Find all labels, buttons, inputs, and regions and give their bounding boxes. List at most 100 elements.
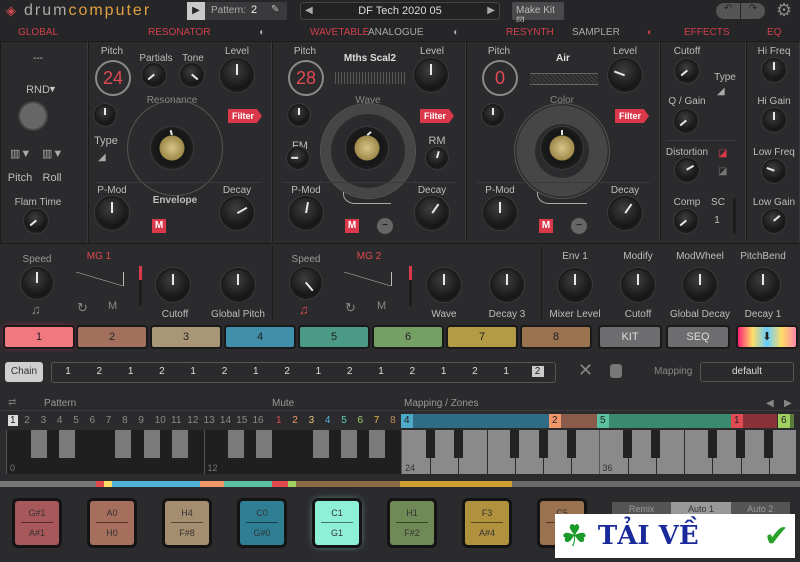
drum-pad-3[interactable]: H4 F#8 — [165, 501, 209, 545]
cutoff-knob[interactable] — [677, 61, 697, 81]
channel-button-seq[interactable]: SEQ — [668, 327, 728, 347]
scroll-left-icon[interactable]: ◀ — [766, 398, 774, 409]
black-key[interactable] — [453, 430, 463, 458]
retrigger-icon[interactable]: ↻ — [345, 300, 356, 316]
speaker-icon[interactable]: ◖ — [646, 27, 652, 38]
decay3-knob[interactable] — [492, 270, 522, 300]
black-key[interactable] — [623, 430, 633, 458]
note-sync-icon[interactable]: ♫ — [299, 302, 309, 317]
color-knob[interactable] — [543, 129, 581, 167]
black-key[interactable] — [312, 430, 329, 458]
drum-pad-1[interactable]: G#1 A#1 — [15, 501, 59, 545]
octave[interactable]: 12 — [203, 430, 401, 474]
rs-pitch-fine-knob[interactable] — [484, 106, 502, 124]
chain-step[interactable]: 2 — [344, 366, 356, 377]
tab-wavetable[interactable]: WAVETABLE — [310, 27, 369, 38]
black-key[interactable] — [510, 430, 520, 458]
chain-button[interactable]: Chain — [5, 362, 43, 382]
rnd-dial[interactable] — [20, 103, 46, 129]
chain-step[interactable]: 2 — [406, 366, 418, 377]
mute-toggle-4[interactable]: 4 — [325, 415, 331, 426]
drum-pad-2[interactable]: A0 H0 — [90, 501, 134, 545]
mapping-select[interactable]: default — [700, 362, 794, 382]
drum-pad-7[interactable]: F3 A#4 — [465, 501, 509, 545]
modwheel-knob[interactable] — [685, 270, 715, 300]
zone-4[interactable]: 4 — [401, 414, 549, 428]
speaker-icon[interactable]: ◖ — [452, 27, 458, 38]
mg1-ramp-shape[interactable] — [76, 272, 124, 286]
chain-step[interactable]: 2 — [469, 366, 481, 377]
env1-knob[interactable] — [560, 270, 590, 300]
res-pmod-knob[interactable] — [97, 198, 127, 228]
partials-knob[interactable] — [144, 65, 164, 85]
mg2-speed-knob[interactable] — [292, 269, 320, 297]
pattern-swap-icon[interactable]: ⇄ — [8, 397, 16, 408]
res-level-knob[interactable] — [222, 60, 252, 90]
pattern-select-11[interactable]: 11 — [171, 415, 181, 426]
wt-level-knob[interactable] — [416, 60, 446, 90]
distortion-curve-icon[interactable]: ◪ — [718, 148, 727, 159]
black-key[interactable] — [369, 430, 386, 458]
rs-level-knob[interactable] — [610, 60, 640, 90]
chain-step[interactable]: 2 — [531, 366, 544, 377]
mute-toggle-5[interactable]: 5 — [341, 415, 347, 426]
clear-chain-icon[interactable]: ✕ — [578, 360, 593, 381]
distortion-curve-alt-icon[interactable]: ◪ — [718, 166, 727, 177]
mod-m-icon[interactable]: M — [377, 300, 386, 312]
zone-6[interactable]: 6 — [778, 414, 794, 428]
rs-filter-button[interactable]: Filter — [615, 109, 650, 123]
channel-button-5[interactable]: 5 — [300, 327, 368, 347]
black-key[interactable] — [30, 430, 47, 458]
tab-analogue[interactable]: ANALOGUE — [368, 27, 424, 38]
black-key[interactable] — [651, 430, 661, 458]
distortion-knob[interactable] — [677, 160, 697, 180]
pattern-select-13[interactable]: 13 — [204, 415, 215, 426]
mod-m-icon[interactable]: M — [108, 300, 117, 312]
speaker-icon[interactable]: ◖ — [258, 27, 264, 38]
channel-button-kit[interactable]: KIT — [600, 327, 660, 347]
mg1-speed-knob[interactable] — [23, 269, 51, 297]
black-key[interactable] — [425, 430, 435, 458]
black-key[interactable] — [228, 430, 245, 458]
chain-step[interactable]: 2 — [281, 366, 293, 377]
mg2-wave-knob[interactable] — [429, 270, 459, 300]
comp-knob[interactable] — [676, 211, 696, 231]
zone-2[interactable]: 2 — [549, 414, 597, 428]
black-key[interactable] — [115, 430, 132, 458]
wt-decay-knob[interactable] — [417, 198, 447, 228]
res-decay-knob[interactable] — [222, 198, 252, 228]
pattern-select-14[interactable]: 14 — [220, 415, 231, 426]
black-key[interactable] — [764, 430, 774, 458]
chain-steps[interactable]: 1 2 1 2 1 2 1 2 1 2 1 2 1 2 1 2 — [51, 362, 556, 383]
wt-pitch-display[interactable]: 28 — [288, 60, 324, 96]
mod-m-button[interactable]: M — [539, 219, 553, 233]
filter-type-icon[interactable]: ◢ — [98, 152, 106, 163]
export-button[interactable]: ⬇ — [738, 327, 796, 347]
rs-pmod-knob[interactable] — [485, 198, 515, 228]
zone-5[interactable]: 5 — [597, 414, 731, 428]
pin-icon[interactable]: ✎ — [271, 4, 279, 15]
res-filter-button[interactable]: Filter — [228, 109, 263, 123]
mod-m-button[interactable]: M — [345, 219, 359, 233]
mute-toggle-3[interactable]: 3 — [309, 415, 315, 426]
preset-selector[interactable]: ◀ DF Tech 2020 05 ▶ — [300, 2, 500, 20]
mute-toggle-7[interactable]: 7 — [374, 415, 380, 426]
next-preset-icon[interactable]: ▶ — [487, 5, 495, 16]
zone-1[interactable]: 1 — [731, 414, 777, 428]
channel-button-6[interactable]: 6 — [374, 327, 442, 347]
rnd-dropdown[interactable]: RND — [26, 84, 50, 96]
chain-step[interactable]: 1 — [312, 366, 324, 377]
play-button[interactable]: ▶ — [187, 2, 205, 20]
chain-step[interactable]: 1 — [438, 366, 450, 377]
octave[interactable]: 24 — [401, 430, 599, 474]
wt-filter-button[interactable]: Filter — [420, 109, 455, 123]
hi-freq-knob[interactable] — [764, 60, 784, 80]
keyboard[interactable]: 0 12 24 36 — [6, 430, 798, 475]
fm-knob[interactable] — [289, 149, 307, 167]
pitch-keyboard-icon[interactable]: ▥▼ — [10, 147, 31, 160]
sc-value[interactable]: 1 — [714, 215, 720, 226]
wave-knob[interactable] — [348, 129, 386, 167]
channel-button-4[interactable]: 4 — [226, 327, 294, 347]
minus-icon[interactable]: − — [571, 218, 587, 234]
octave[interactable]: 36 — [598, 430, 796, 474]
